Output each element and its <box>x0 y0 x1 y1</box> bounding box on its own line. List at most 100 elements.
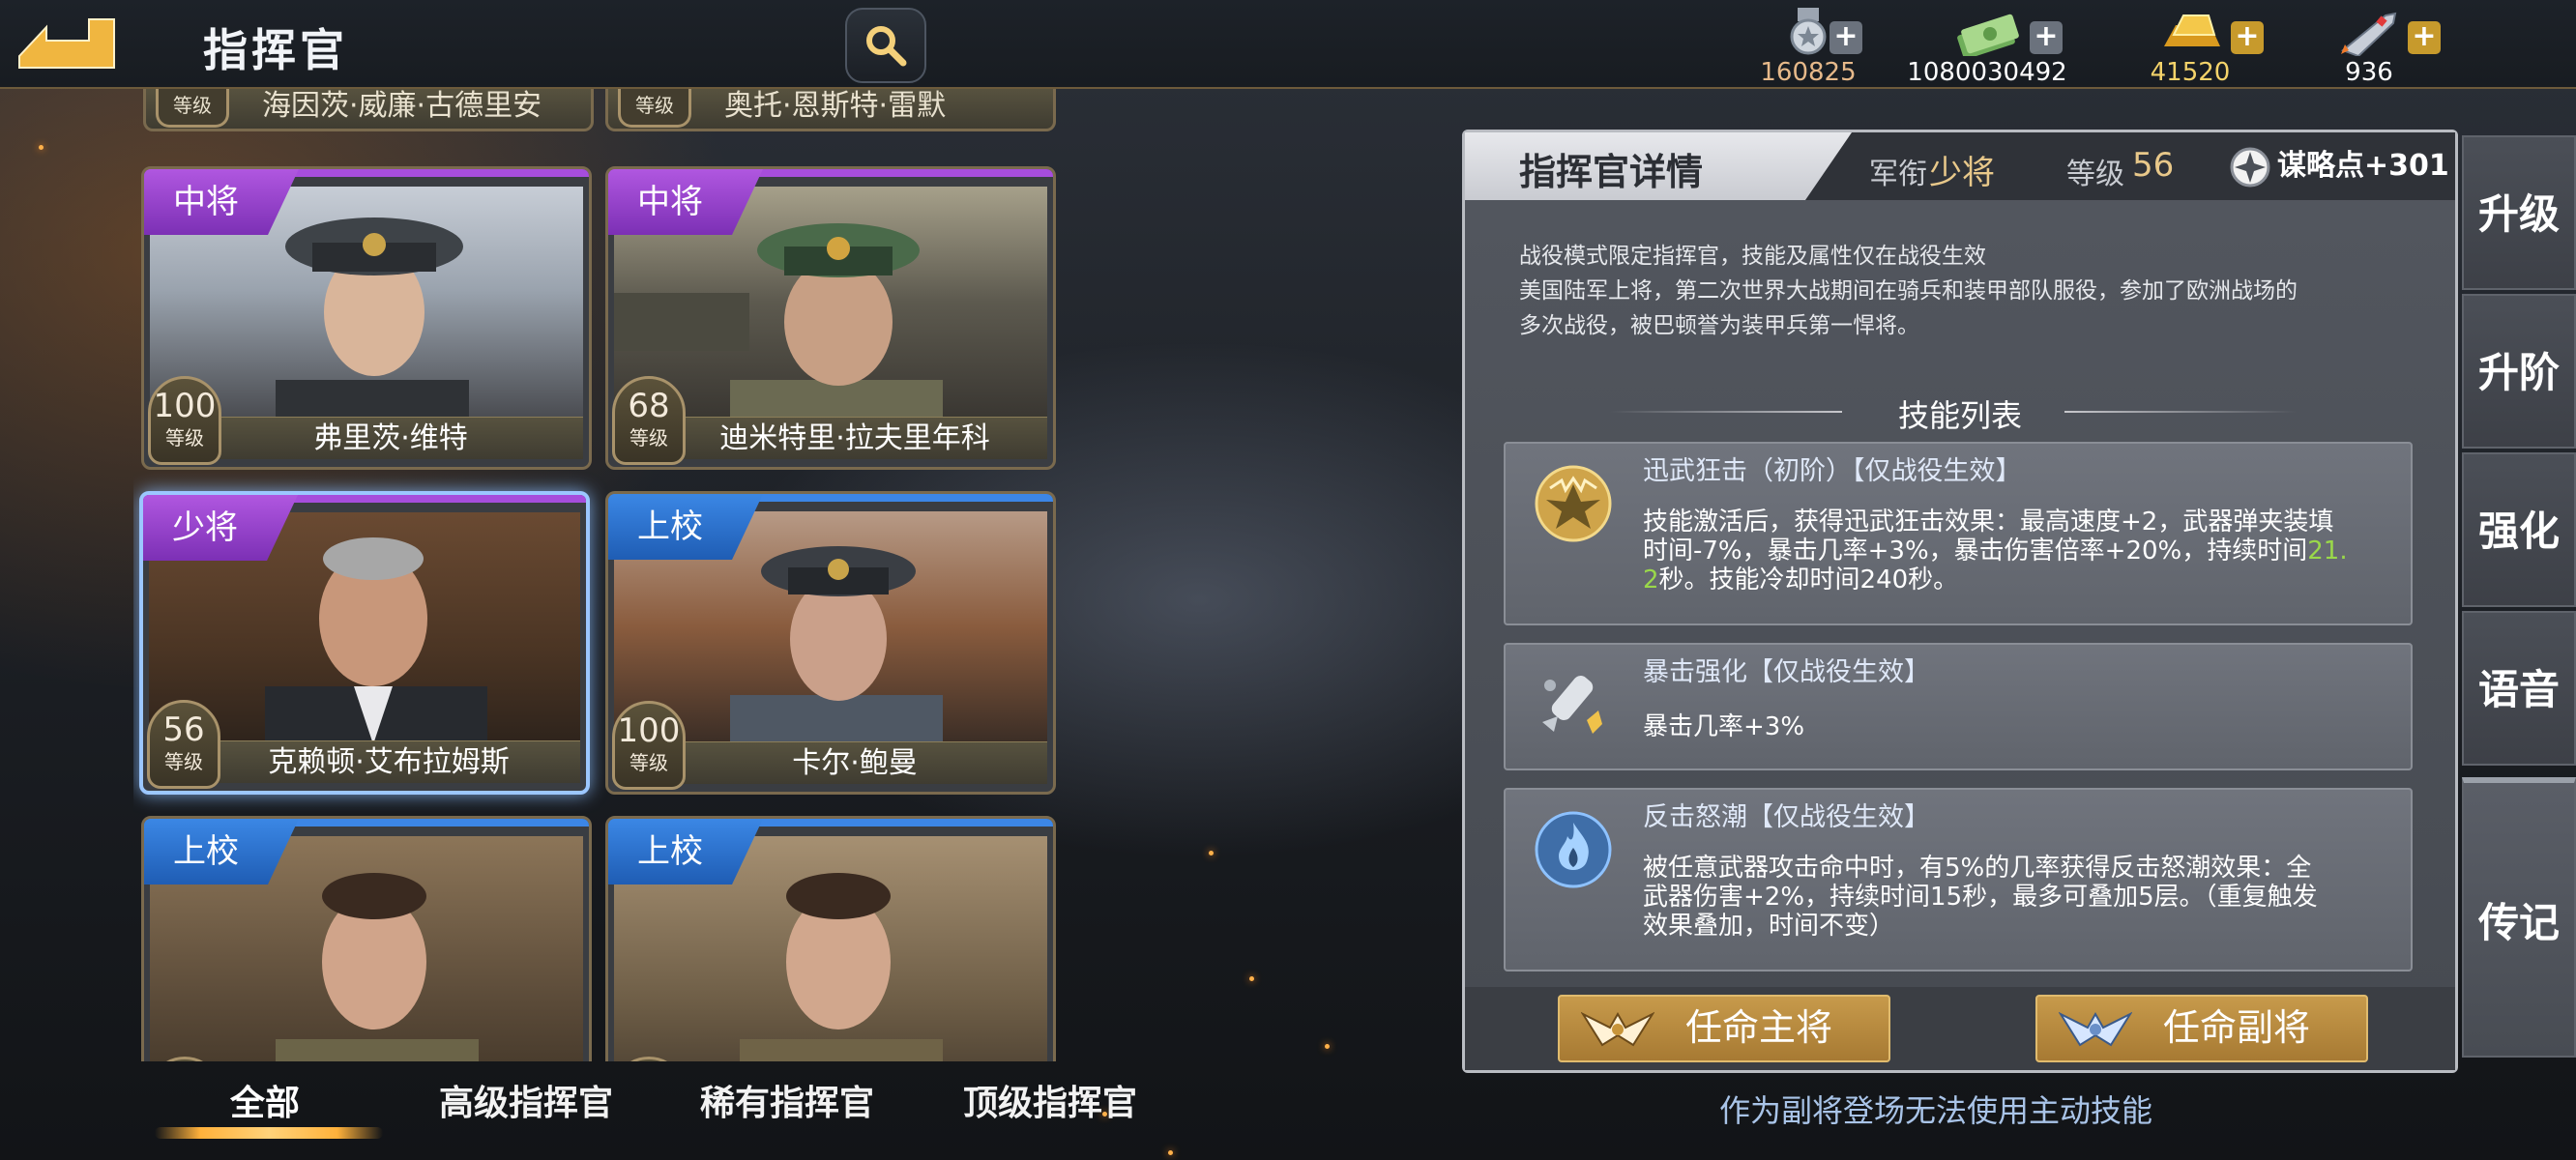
skill-desc-line: 武器伤害+2%，持续时间15秒，最多可叠加5层。（重复触发 <box>1643 883 2318 912</box>
page-title: 指挥官 <box>203 24 348 76</box>
back-button[interactable] <box>14 12 118 73</box>
level-number: 68 <box>628 387 670 425</box>
spark-particle <box>39 145 44 150</box>
add-gold-button[interactable]: + <box>2231 21 2264 54</box>
spark-particle <box>1209 851 1214 856</box>
level-value: 56 <box>2132 146 2175 185</box>
skill-desc-text: 时间-7%，暴击几率+3%，暴击伤害倍率+20%，持续时间 <box>1643 536 2308 566</box>
level-badge: 68 等级 <box>612 376 686 465</box>
level-number: 100 <box>153 387 217 425</box>
skill-duration-highlight: 21. <box>2307 536 2348 566</box>
skill-card[interactable]: 暴击强化【仅战役生效】 暴击几率+3% <box>1504 643 2413 770</box>
strategy-points: 谋略点+301 <box>2223 140 2451 192</box>
detail-title: 指挥官详情 <box>1519 151 1704 193</box>
commander-card-selected[interactable]: 少将 克赖顿·艾布拉姆斯 56 等级 <box>139 491 590 795</box>
skills-heading: 技能列表 <box>1897 397 2022 434</box>
level-label: 等级 <box>629 426 668 450</box>
skill-description: 被任意武器攻击命中时，有5%的几率获得反击怒潮效果：全 武器伤害+2%，持续时间… <box>1643 854 2397 941</box>
spark-particle <box>1325 1044 1330 1049</box>
resource-cash: + 1080030492 <box>1881 8 2093 87</box>
tab-top[interactable]: 顶级指挥官 <box>963 1075 1137 1125</box>
commander-card[interactable]: 中将 弗里茨·维特 100 等级 <box>141 166 592 470</box>
commander-card[interactable]: 上校 80 <box>141 816 592 1061</box>
description-line: 战役模式限定指挥官，技能及属性仅在战役生效 <box>1519 244 1986 269</box>
filter-tabs: 全部 高级指挥官 稀有指挥官 顶级指挥官 <box>145 1059 1209 1160</box>
side-tab-voice[interactable]: 语音 <box>2462 611 2576 766</box>
commander-card[interactable]: 上校 卡尔·鲍曼 100 等级 <box>605 491 1056 795</box>
level-badge: 100 等级 <box>148 376 221 465</box>
commander-card-partial[interactable]: 等级 奥托·恩斯特·雷默 <box>605 89 1056 131</box>
skill-desc-text: 秒。技能冷却时间240秒。 <box>1658 566 1959 594</box>
resource-rocket: + 936 <box>2263 8 2475 87</box>
level-number: 100 <box>617 711 681 750</box>
commander-name: 奥托·恩斯特·雷默 <box>724 89 947 123</box>
level-label: 等级 <box>629 751 668 774</box>
appoint-deputy-button[interactable]: 任命副将 <box>2035 995 2368 1062</box>
skill-desc-line: 被任意武器攻击命中时，有5%的几率获得反击怒潮效果：全 <box>1643 854 2312 883</box>
skill-desc-line: 暴击几率+3% <box>1643 712 1805 741</box>
skill-name: 迅武狂击（初阶）【仅战役生效】 <box>1643 456 2022 486</box>
add-medal-button[interactable]: + <box>1830 21 1862 54</box>
level-label: 等级 <box>2066 158 2124 191</box>
tab-rare[interactable]: 稀有指挥官 <box>700 1075 874 1125</box>
tab-advanced[interactable]: 高级指挥官 <box>439 1075 613 1125</box>
level-badge: 等级 <box>156 89 229 128</box>
level-badge: 100 等级 <box>612 701 686 790</box>
side-tab-promote[interactable]: 升阶 <box>2462 294 2576 449</box>
deputy-commander-icon <box>2059 1011 2132 1047</box>
skill-name: 暴击强化【仅战役生效】 <box>1643 657 1930 687</box>
appoint-main-label: 任命主将 <box>1685 1006 1833 1049</box>
back-arrow-icon <box>18 18 115 69</box>
search-icon <box>866 26 907 67</box>
skill-desc-line: 技能激活后，获得迅武狂击效果：最高速度+2，武器弹夹装填 <box>1643 508 2334 536</box>
commander-list[interactable]: 等级 海因茨·威廉·古德里安 等级 奥托·恩斯特·雷默 中将 弗里茨·维特 10… <box>133 89 1062 1061</box>
side-tab-enhance[interactable]: 强化 <box>2462 452 2576 607</box>
flame-icon <box>1535 811 1612 888</box>
level-badge: 等级 <box>618 89 691 128</box>
side-tabs: 升级 升阶 强化 语音 传记 <box>2462 135 2576 1063</box>
skill-card[interactable]: 反击怒潮【仅战役生效】 被任意武器攻击命中时，有5%的几率获得反击怒潮效果：全 … <box>1504 788 2413 972</box>
search-button[interactable] <box>845 8 926 83</box>
appoint-deputy-label: 任命副将 <box>2163 1006 2311 1049</box>
appoint-main-button[interactable]: 任命主将 <box>1558 995 1890 1062</box>
add-rocket-button[interactable]: + <box>2408 21 2441 54</box>
commander-card-partial[interactable]: 等级 海因茨·威廉·古德里安 <box>143 89 594 131</box>
level-label: 等级 <box>165 426 204 450</box>
strategy-points-text: 谋略点+301 <box>2277 149 2449 183</box>
gear-wing-icon <box>1535 465 1612 542</box>
skill-card[interactable]: 迅武狂击（初阶）【仅战役生效】 技能激活后，获得迅武狂击效果：最高速度+2，武器… <box>1504 442 2413 625</box>
skill-duration-highlight: 2 <box>1643 566 1659 594</box>
shell-icon <box>1542 676 1602 734</box>
cash-value: 1080030492 <box>1907 58 2067 87</box>
commander-description: 战役模式限定指挥官，技能及属性仅在战役生效 美国陆军上将，第二次世界大战期间在骑… <box>1519 239 2409 343</box>
spark-particle <box>1249 976 1254 981</box>
commander-card[interactable]: 上校 56 <box>605 816 1056 1061</box>
deputy-note: 作为副将登场无法使用主动技能 <box>1719 1092 2153 1129</box>
description-line: 美国陆军上将，第二次世界大战期间在骑兵和装甲部队服役，参加了欧洲战场的 <box>1519 278 2298 304</box>
tab-all[interactable]: 全部 <box>230 1075 300 1125</box>
commander-card[interactable]: 中将 迪米特里·拉夫里年科 68 等级 <box>605 166 1056 470</box>
detail-header: 指挥官详情 军衔 少将 等级 56 谋略点+301 <box>1465 132 2455 200</box>
commander-detail-panel: 指挥官详情 军衔 少将 等级 56 谋略点+301 战役模式限定指挥官，技能及属… <box>1462 130 2458 1073</box>
level-label: 等级 <box>164 750 203 773</box>
skill-description: 技能激活后，获得迅武狂击效果：最高速度+2，武器弹夹装填 时间-7%，暴击几率+… <box>1643 508 2397 594</box>
rocket-icon <box>2341 12 2397 56</box>
main-commander-icon <box>1581 1011 1654 1047</box>
commander-name: 海因茨·威廉·古德里安 <box>262 89 542 123</box>
gold-bar-icon <box>2164 14 2220 46</box>
skill-desc-line: 效果叠加，时间不变） <box>1643 912 1895 941</box>
top-bar: 指挥官 + 160825 + 1080030492 + 41520 + 936 <box>0 0 2576 89</box>
rank-value: 少将 <box>1929 154 1995 192</box>
level-badge: 56 等级 <box>147 700 220 789</box>
add-cash-button[interactable]: + <box>2030 21 2063 54</box>
level-number: 56 <box>162 710 205 749</box>
rank-label: 军衔 <box>1869 158 1927 191</box>
skill-name: 反击怒潮【仅战役生效】 <box>1643 802 1930 832</box>
strategy-icon <box>2230 147 2270 188</box>
side-tab-biography[interactable]: 传记 <box>2462 777 2576 1058</box>
side-tab-upgrade[interactable]: 升级 <box>2462 135 2576 290</box>
cash-icon <box>1957 14 2019 56</box>
rocket-value: 936 <box>2345 58 2393 87</box>
skill-desc-line: 时间-7%，暴击几率+3%，暴击伤害倍率+20%，持续时间21. <box>1643 536 2397 566</box>
skill-desc-line: 2秒。技能冷却时间240秒。 <box>1643 566 2397 594</box>
